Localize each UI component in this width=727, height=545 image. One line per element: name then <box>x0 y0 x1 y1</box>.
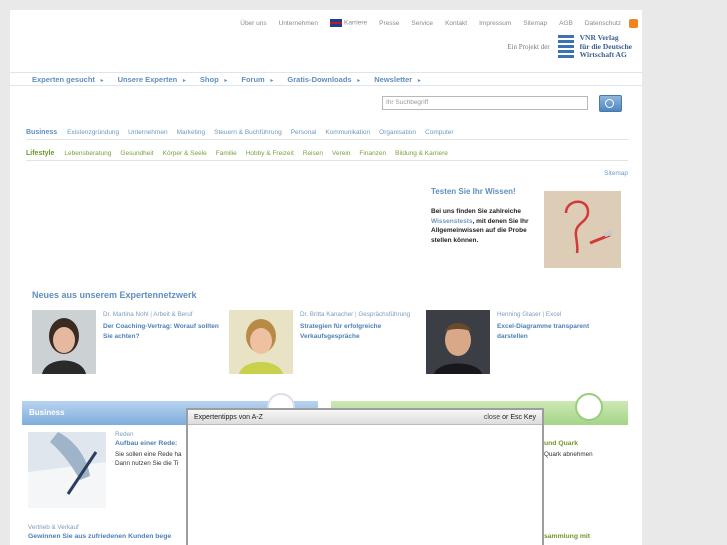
cat-bildung[interactable]: Bildung & Karriere <box>395 150 448 157</box>
expert-photo[interactable] <box>229 310 293 374</box>
project-label: Ein Projekt der <box>507 42 550 51</box>
lifestyle-category-row: Lifestyle Lebensberatung Gesundheit Körp… <box>26 147 628 161</box>
category-link[interactable]: Excel <box>546 311 561 318</box>
article-headline[interactable]: Aufbau einer Rede: <box>115 440 177 447</box>
rss-icon[interactable] <box>629 18 638 28</box>
lifestyle-label[interactable]: Lifestyle <box>26 150 54 157</box>
modal-header: Expertentipps von A-Z close or Esc Key <box>188 410 542 425</box>
wissenstests-link[interactable]: Wissenstests <box>431 218 473 225</box>
cat-kommunikation[interactable]: Kommunikation <box>325 129 370 136</box>
author-link[interactable]: Dr. Martina Nohl <box>103 311 149 318</box>
article-category[interactable]: Reden <box>115 431 134 438</box>
category-link[interactable]: Gesprächsführung <box>358 311 410 318</box>
business-label[interactable]: Business <box>26 129 57 136</box>
topnav-service[interactable]: Service <box>411 20 433 27</box>
search-button[interactable] <box>599 95 622 112</box>
uk-flag-icon <box>330 19 343 27</box>
cat-finanzen[interactable]: Finanzen <box>359 150 386 157</box>
modal-close-button[interactable]: close or Esc Key <box>484 414 536 421</box>
news-headline[interactable]: Strategien für erfolgreiche Verkaufsgesp… <box>300 322 418 341</box>
article-headline[interactable]: Gewinnen Sie aus zufriedenen Kunden bege <box>28 533 171 540</box>
category-link[interactable]: Arbeit & Beruf <box>153 311 192 318</box>
topnav-karriere[interactable]: Karriere <box>330 19 367 27</box>
sitemap-link[interactable]: Sitemap <box>604 170 628 177</box>
hand-icon <box>575 393 603 421</box>
article-category[interactable]: Vertrieb & Verkauf <box>28 524 79 531</box>
nav-experten-gesucht[interactable]: Experten gesucht <box>32 75 104 84</box>
vnr-name: VNR Verlag für die Deutsche Wirtschaft A… <box>579 33 632 59</box>
topnav-presse[interactable]: Presse <box>379 20 399 27</box>
expert-photo[interactable] <box>32 310 96 374</box>
topnav-unternehmen[interactable]: Unternehmen <box>279 20 318 27</box>
question-mark-image[interactable] <box>544 191 621 268</box>
test-text: Bei uns finden Sie zahlreiche Wissenstes… <box>431 208 529 244</box>
news-section-title: Neues aus unserem Expertennetzwerk <box>32 290 197 300</box>
cat-steuern[interactable]: Steuern & Buchführung <box>214 129 282 136</box>
cat-gesundheit[interactable]: Gesundheit <box>120 150 153 157</box>
cat-reisen[interactable]: Reisen <box>303 150 323 157</box>
main-navigation: Experten gesucht Unsere Experten Shop Fo… <box>10 72 642 86</box>
nav-shop[interactable]: Shop <box>200 75 227 84</box>
topnav-datenschutz[interactable]: Datenschutz <box>585 20 621 27</box>
topnav-sitemap[interactable]: Sitemap <box>523 20 547 27</box>
cat-lebensberatung[interactable]: Lebensberatung <box>64 150 111 157</box>
news-meta: Dr. Martina Nohl | Arbeit & Beruf <box>103 311 193 318</box>
news-meta: Dr. Britta Kanacher | Gesprächsführung <box>300 311 411 318</box>
pen-writing-image[interactable] <box>28 432 106 508</box>
lifestyle-headline-fragment[interactable]: und Quark <box>544 440 578 447</box>
test-title[interactable]: Testen Sie Ihr Wissen! <box>431 187 516 196</box>
cat-marketing[interactable]: Marketing <box>177 129 206 136</box>
news-headline[interactable]: Excel-Diagramme transparent darstellen <box>497 322 615 341</box>
nav-unsere-experten[interactable]: Unsere Experten <box>118 75 186 84</box>
business-box-title: Business <box>29 408 65 417</box>
cat-familie[interactable]: Familie <box>216 150 237 157</box>
lifestyle-headline-fragment-2[interactable]: sammlung mit <box>544 533 590 540</box>
search-input[interactable]: Ihr Suchbegriff <box>382 96 588 110</box>
author-link[interactable]: Dr. Britta Kanacher <box>300 311 353 318</box>
business-category-row: Business Existenzgründung Unternehmen Ma… <box>26 126 628 140</box>
nav-newsletter[interactable]: Newsletter <box>374 75 421 84</box>
cat-verein[interactable]: Verein <box>332 150 350 157</box>
cat-personal[interactable]: Personal <box>291 129 317 136</box>
expert-photo[interactable] <box>426 310 490 374</box>
modal-title: Expertentipps von A-Z <box>194 413 263 421</box>
topnav-agb[interactable]: AGB <box>559 20 573 27</box>
cat-computer[interactable]: Computer <box>425 129 454 136</box>
expertentipps-modal: Expertentipps von A-Z close or Esc Key <box>186 408 544 545</box>
cat-unternehmen[interactable]: Unternehmen <box>128 129 167 136</box>
topnav-impressum[interactable]: Impressum <box>479 20 511 27</box>
cat-hobby[interactable]: Hobby & Freizeit <box>246 150 294 157</box>
cat-existenzgruendung[interactable]: Existenzgründung <box>67 129 119 136</box>
news-meta: Henning Glaser | Excel <box>497 311 562 318</box>
cat-organisation[interactable]: Organisation <box>379 129 416 136</box>
nav-forum[interactable]: Forum <box>241 75 273 84</box>
vnr-logo-icon <box>557 34 574 59</box>
topnav-kontakt[interactable]: Kontakt <box>445 20 467 27</box>
news-headline[interactable]: Der Coaching-Vertrag: Worauf sollten Sie… <box>103 322 221 341</box>
author-link[interactable]: Henning Glaser <box>497 311 541 318</box>
vnr-logo-block[interactable]: Ein Projekt der VNR Verlag für die Deuts… <box>507 33 632 60</box>
nav-gratis-downloads[interactable]: Gratis-Downloads <box>287 75 360 84</box>
cat-koerper-seele[interactable]: Körper & Seele <box>163 150 207 157</box>
lifestyle-text-fragment: Quark abnehmen <box>544 451 593 458</box>
topnav-ueber-uns[interactable]: Über uns <box>240 20 266 27</box>
top-navigation: Über uns Unternehmen Karriere Presse Ser… <box>210 16 638 30</box>
